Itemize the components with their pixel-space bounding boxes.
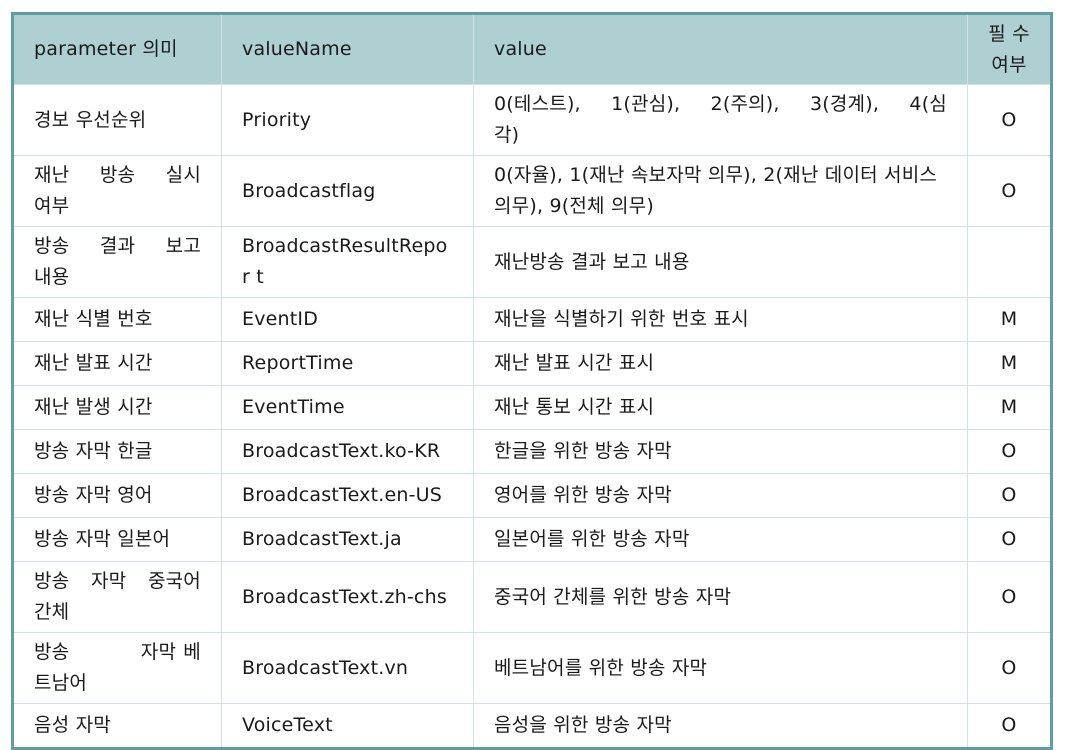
table-row: 재난 발표 시간 ReportTime 재난 발표 시간 표시 M	[12, 341, 1052, 386]
cell-value-name: EventTime	[221, 385, 474, 430]
cell-required: M	[967, 297, 1052, 342]
cell-required: O	[967, 632, 1052, 704]
cell-param: 재난 발표 시간	[12, 341, 222, 386]
cell-value: 음성을 위한 방송 자막	[473, 703, 968, 749]
cell-value: 0(테스트), 1(관심), 2(주의), 3(경계), 4(심각)	[473, 84, 968, 156]
cell-value-name: BroadcastText.en-US	[221, 473, 474, 518]
cell-value-name: BroadcastResultRepor t	[221, 226, 474, 298]
cell-param: 방송 자막 한글	[12, 429, 222, 474]
table-row: 재난 발생 시간 EventTime 재난 통보 시간 표시 M	[12, 385, 1052, 430]
header-required: 필 수 여부	[967, 13, 1052, 85]
cell-param: 방송 자막 일본어	[12, 517, 222, 562]
header-value: value	[473, 13, 968, 85]
cell-required: O	[967, 561, 1052, 633]
header-parameter-meaning: parameter 의미	[12, 13, 222, 85]
cell-required: O	[967, 155, 1052, 227]
cell-required: O	[967, 703, 1052, 749]
table-row: 방송 자막 한글 BroadcastText.ko-KR 한글을 위한 방송 자…	[12, 429, 1052, 474]
table-row: 방송 자막 영어 BroadcastText.en-US 영어를 위한 방송 자…	[12, 473, 1052, 518]
cell-value-name: BroadcastText.ja	[221, 517, 474, 562]
cell-value: 재난 발표 시간 표시	[473, 341, 968, 386]
cell-param: 방송 자막 중국어 간체	[12, 561, 222, 633]
table-row: 방송 자막 일본어 BroadcastText.ja 일본어를 위한 방송 자막…	[12, 517, 1052, 562]
cell-value-name: BroadcastText.ko-KR	[221, 429, 474, 474]
cell-value: 재난 통보 시간 표시	[473, 385, 968, 430]
cell-param: 방송 결과 보고 내용	[12, 226, 222, 298]
cell-value: 영어를 위한 방송 자막	[473, 473, 968, 518]
cell-param: 재난 방송 실시 여부	[12, 155, 222, 227]
table-row: 경보 우선순위 Priority 0(테스트), 1(관심), 2(주의), 3…	[12, 84, 1052, 156]
cell-required: O	[967, 517, 1052, 562]
cell-value: 재난을 식별하기 위한 번호 표시	[473, 297, 968, 342]
cell-param: 경보 우선순위	[12, 84, 222, 156]
cell-value-name: Broadcastflag	[221, 155, 474, 227]
cell-param: 재난 발생 시간	[12, 385, 222, 430]
cell-required: M	[967, 385, 1052, 430]
parameter-table: parameter 의미 valueName value 필 수 여부 경보 우…	[11, 12, 1053, 750]
cell-required: O	[967, 84, 1052, 156]
cell-value: 한글을 위한 방송 자막	[473, 429, 968, 474]
table-row: 재난 식별 번호 EventID 재난을 식별하기 위한 번호 표시 M	[12, 297, 1052, 342]
cell-value: 0(자율), 1(재난 속보자막 의무), 2(재난 데이터 서비스 의무), …	[473, 155, 968, 227]
header-value-name: valueName	[221, 13, 474, 85]
parameter-table-container: parameter 의미 valueName value 필 수 여부 경보 우…	[11, 12, 1053, 750]
table-row: 방송 결과 보고 내용 BroadcastResultRepor t 재난방송 …	[12, 226, 1052, 298]
cell-value-name: Priority	[221, 84, 474, 156]
cell-param: 방송 자막 영어	[12, 473, 222, 518]
table-row: 방송 자막 중국어 간체 BroadcastText.zh-chs 중국어 간체…	[12, 561, 1052, 633]
header-required-line1: 필 수	[988, 22, 1030, 45]
table-row: 재난 방송 실시 여부 Broadcastflag 0(자율), 1(재난 속보…	[12, 155, 1052, 227]
table-row: 방송 자막 베트남어 BroadcastText.vn 베트남어를 위한 방송 …	[12, 632, 1052, 704]
cell-value: 중국어 간체를 위한 방송 자막	[473, 561, 968, 633]
cell-value-name: BroadcastText.zh-chs	[221, 561, 474, 633]
cell-param: 방송 자막 베트남어	[12, 632, 222, 704]
cell-value-name: VoiceText	[221, 703, 474, 749]
cell-value-name: EventID	[221, 297, 474, 342]
cell-value: 일본어를 위한 방송 자막	[473, 517, 968, 562]
cell-required: M	[967, 341, 1052, 386]
cell-value-name: BroadcastText.vn	[221, 632, 474, 704]
cell-value-name: ReportTime	[221, 341, 474, 386]
cell-value: 재난방송 결과 보고 내용	[473, 226, 968, 298]
cell-required	[967, 226, 1052, 298]
cell-value: 베트남어를 위한 방송 자막	[473, 632, 968, 704]
cell-required: O	[967, 473, 1052, 518]
cell-param: 음성 자막	[12, 703, 222, 749]
cell-required: O	[967, 429, 1052, 474]
table-header-row: parameter 의미 valueName value 필 수 여부	[12, 13, 1052, 85]
table-row: 음성 자막 VoiceText 음성을 위한 방송 자막 O	[12, 703, 1052, 749]
cell-param: 재난 식별 번호	[12, 297, 222, 342]
header-required-line2: 여부	[991, 53, 1027, 76]
